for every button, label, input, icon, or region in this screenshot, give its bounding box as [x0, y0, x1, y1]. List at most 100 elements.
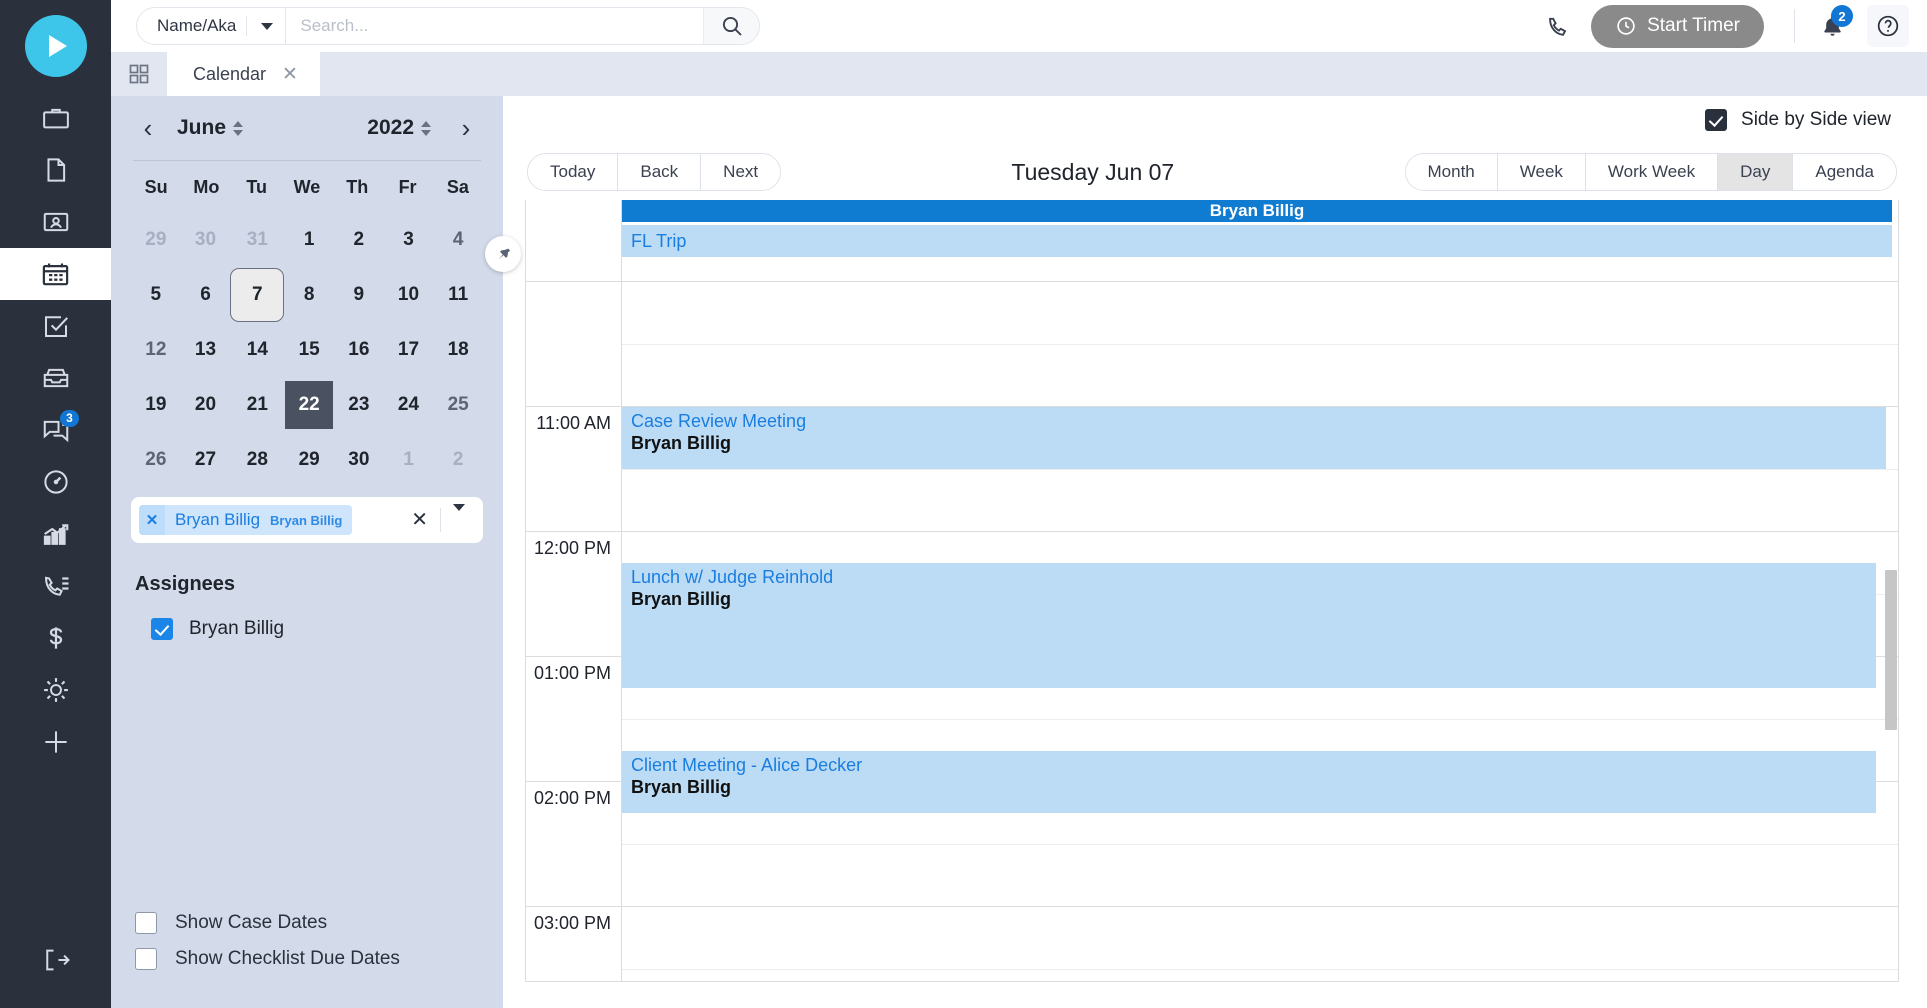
- chevron-left-icon[interactable]: ‹: [135, 115, 161, 141]
- datepicker-day[interactable]: 5: [131, 267, 181, 322]
- datepicker-day[interactable]: 22: [284, 377, 334, 432]
- assignee-filter-box[interactable]: ✕ Bryan Billig Bryan Billig ✕: [131, 497, 483, 543]
- assignee-checkbox[interactable]: [151, 618, 173, 640]
- sidebar-item-briefcase[interactable]: [0, 92, 111, 144]
- datepicker-day[interactable]: 28: [230, 432, 284, 487]
- play-logo-icon: [24, 15, 87, 77]
- datepicker-dow: Sa: [446, 177, 469, 197]
- pin-panel-button[interactable]: [485, 236, 521, 272]
- day-slot[interactable]: [622, 907, 1898, 981]
- calendar-scrollbar-thumb[interactable]: [1885, 570, 1897, 730]
- sidebar-item-settings[interactable]: [0, 664, 111, 716]
- calendar-view-month[interactable]: Month: [1405, 154, 1498, 190]
- datepicker-day[interactable]: 11: [433, 267, 483, 322]
- calendar-nav-back[interactable]: Back: [618, 154, 702, 190]
- app-logo[interactable]: [0, 0, 111, 92]
- sidebar-item-logout[interactable]: [0, 934, 111, 986]
- calendar-scrollbar-track[interactable]: [1885, 200, 1898, 981]
- clear-icon[interactable]: ✕: [399, 510, 440, 530]
- chip-remove-icon[interactable]: ✕: [139, 505, 165, 535]
- chevron-right-icon[interactable]: ›: [453, 115, 479, 141]
- datepicker-day[interactable]: 1: [284, 212, 334, 267]
- datepicker-month[interactable]: June: [177, 116, 244, 140]
- apps-grid-button[interactable]: [111, 52, 167, 96]
- datepicker-day[interactable]: 19: [131, 377, 181, 432]
- start-timer-button[interactable]: Start Timer: [1591, 4, 1764, 48]
- sidebar-item-inbox[interactable]: [0, 352, 111, 404]
- search-button[interactable]: [703, 8, 760, 44]
- calendar-event[interactable]: Case Review Meeting Bryan Billig: [622, 407, 1886, 469]
- search-category-select[interactable]: Name/Aka: [137, 8, 285, 44]
- sidebar-item-add[interactable]: [0, 716, 111, 768]
- datepicker-day[interactable]: 21: [230, 377, 284, 432]
- calendar-nav-today[interactable]: Today: [528, 154, 619, 190]
- datepicker-day[interactable]: 27: [181, 432, 231, 487]
- datepicker-day[interactable]: 14: [230, 322, 284, 377]
- month-spinner-icon[interactable]: [233, 120, 244, 136]
- sidebar-item-dashboard[interactable]: [0, 456, 111, 508]
- chevron-down-icon[interactable]: [441, 504, 477, 529]
- day-slot[interactable]: [622, 282, 1898, 407]
- datepicker-day[interactable]: 25: [433, 377, 483, 432]
- datepicker-day[interactable]: 30: [334, 432, 384, 487]
- datepicker-day[interactable]: 15: [284, 322, 334, 377]
- calendar-event[interactable]: Client Meeting - Alice Decker Bryan Billi…: [622, 751, 1876, 813]
- calendar-view-work-week[interactable]: Work Week: [1585, 154, 1719, 190]
- datepicker-day[interactable]: 16: [334, 322, 384, 377]
- datepicker-day[interactable]: 10: [384, 267, 434, 322]
- calendar-view-agenda[interactable]: Agenda: [1793, 154, 1896, 190]
- datepicker-day[interactable]: 8: [284, 267, 334, 322]
- datepicker-day[interactable]: 29: [131, 212, 181, 267]
- calendar-nav-next[interactable]: Next: [701, 154, 781, 190]
- datepicker-day[interactable]: 2: [334, 212, 384, 267]
- close-icon[interactable]: ✕: [282, 65, 298, 84]
- datepicker-day[interactable]: 30: [181, 212, 231, 267]
- datepicker-day[interactable]: 17: [384, 322, 434, 377]
- all-day-event[interactable]: FL Trip: [622, 225, 1892, 257]
- side-by-side-checkbox[interactable]: [1705, 109, 1728, 131]
- chevron-down-icon[interactable]: [246, 16, 274, 36]
- sidebar-item-messages[interactable]: 3: [0, 404, 111, 456]
- datepicker-day[interactable]: 12: [131, 322, 181, 377]
- assignee-chip[interactable]: ✕ Bryan Billig Bryan Billig: [139, 505, 353, 535]
- phone-button[interactable]: [1535, 3, 1581, 49]
- calendar-view-day[interactable]: Day: [1718, 154, 1794, 190]
- side-by-side-row[interactable]: Side by Side view: [525, 96, 1899, 144]
- datepicker-day[interactable]: 2: [433, 432, 483, 487]
- sidebar-item-reports[interactable]: [0, 508, 111, 560]
- datepicker-day[interactable]: 7: [230, 267, 285, 322]
- datepicker-day[interactable]: 26: [131, 432, 181, 487]
- sidebar-item-calendar[interactable]: [0, 248, 111, 300]
- help-button[interactable]: [1867, 5, 1909, 47]
- option-show-checklist-due-dates[interactable]: Show Checklist Due Dates: [135, 948, 483, 970]
- datepicker-day[interactable]: 18: [433, 322, 483, 377]
- notifications-button[interactable]: 2: [1809, 3, 1855, 49]
- datepicker-day[interactable]: 1: [384, 432, 434, 487]
- datepicker-day[interactable]: 4: [433, 212, 483, 267]
- datepicker-day[interactable]: 13: [181, 322, 231, 377]
- sidebar-item-contacts[interactable]: [0, 196, 111, 248]
- calendar-view-week[interactable]: Week: [1497, 154, 1586, 190]
- datepicker-year[interactable]: 2022: [367, 116, 431, 140]
- datepicker-day[interactable]: 9: [334, 267, 384, 322]
- show-case-dates-checkbox[interactable]: [135, 912, 157, 934]
- datepicker-day[interactable]: 20: [181, 377, 231, 432]
- assignee-item[interactable]: Bryan Billig: [151, 618, 483, 640]
- sidebar-item-tasks[interactable]: [0, 300, 111, 352]
- datepicker-day[interactable]: 24: [384, 377, 434, 432]
- calendar-event[interactable]: Lunch w/ Judge Reinhold Bryan Billig: [622, 563, 1876, 688]
- sidebar-item-billing[interactable]: [0, 612, 111, 664]
- sidebar-item-document[interactable]: [0, 144, 111, 196]
- tab-calendar[interactable]: Calendar ✕: [167, 52, 320, 96]
- datepicker-day[interactable]: 31: [230, 212, 284, 267]
- option-show-case-dates[interactable]: Show Case Dates: [135, 912, 483, 934]
- clock-icon: [1617, 17, 1635, 35]
- datepicker-day[interactable]: 23: [334, 377, 384, 432]
- datepicker-day[interactable]: 29: [284, 432, 334, 487]
- sidebar-item-call-log[interactable]: [0, 560, 111, 612]
- search-input[interactable]: [285, 8, 704, 44]
- show-checklist-due-dates-checkbox[interactable]: [135, 948, 157, 970]
- datepicker-day[interactable]: 6: [181, 267, 231, 322]
- datepicker-day[interactable]: 3: [384, 212, 434, 267]
- year-spinner-icon[interactable]: [421, 120, 431, 136]
